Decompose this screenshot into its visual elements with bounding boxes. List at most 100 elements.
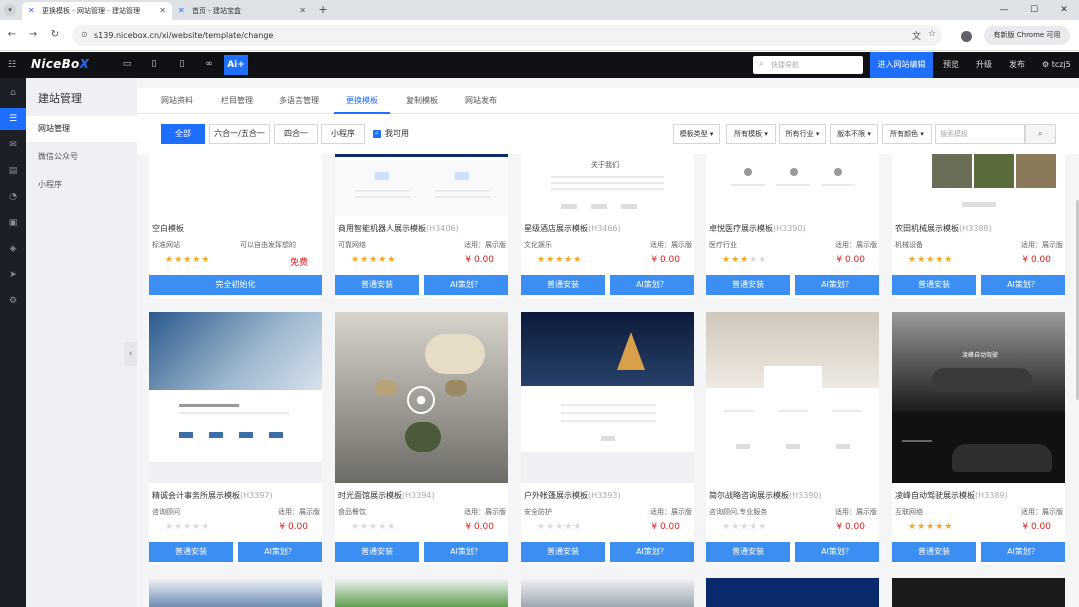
template-thumbnail[interactable] bbox=[706, 578, 879, 607]
template-title: 精诚会计事务所展示模板(H3397) bbox=[152, 490, 320, 501]
template-search-input[interactable]: 搜索模板 bbox=[935, 124, 1025, 144]
ai-plan-button[interactable]: AI策划？ bbox=[795, 542, 879, 562]
translate-icon[interactable]: 文 bbox=[912, 29, 921, 42]
site-manage-icon[interactable]: ☰ bbox=[0, 108, 26, 130]
close-tab-icon[interactable]: ✕ bbox=[299, 2, 306, 20]
normal-install-button[interactable]: 普通安装 bbox=[892, 275, 976, 295]
chrome-update-button[interactable]: 有新版 Chrome 可用 bbox=[984, 26, 1070, 45]
forward-icon[interactable]: → bbox=[26, 28, 40, 42]
normal-install-button[interactable]: 普通安装 bbox=[706, 542, 790, 562]
site-info-icon[interactable]: ⊙ bbox=[81, 30, 88, 39]
template-thumbnail[interactable] bbox=[706, 154, 879, 216]
normal-install-button[interactable]: 普通安装 bbox=[706, 275, 790, 295]
template-thumbnail[interactable] bbox=[335, 578, 508, 607]
all-industries-dropdown[interactable]: 所有行业 ▾ bbox=[779, 124, 826, 144]
rating-stars: ★★★★★ bbox=[165, 522, 210, 532]
template-thumbnail[interactable] bbox=[149, 312, 322, 483]
template-thumbnail[interactable] bbox=[521, 578, 694, 607]
ai-plan-button[interactable]: AI策划？ bbox=[981, 275, 1065, 295]
sidebar-item-wechat[interactable]: 微信公众号 bbox=[26, 144, 137, 170]
tablet-icon[interactable]: ▯ bbox=[148, 59, 160, 69]
template-meta: 文化娱乐适用：展示版 bbox=[524, 240, 692, 250]
full-init-button[interactable]: 完全初始化 bbox=[149, 275, 322, 295]
page-icon[interactable]: ▤ bbox=[0, 160, 26, 182]
template-thumbnail[interactable] bbox=[892, 578, 1065, 607]
browser-tab[interactable]: ✕ 首页 - 建站宝盒 ✕ bbox=[172, 2, 312, 20]
enter-site-edit-button[interactable]: 进入网站编辑 bbox=[870, 52, 933, 78]
profile-avatar-icon[interactable] bbox=[961, 31, 972, 42]
version-dropdown[interactable]: 版本不限 ▾ bbox=[830, 124, 878, 144]
url-field[interactable]: ⊙ s139.nicebox.cn/xi/website/template/ch… bbox=[72, 25, 942, 46]
tab-copy-template[interactable]: 复制模板 bbox=[394, 88, 450, 114]
home-icon[interactable]: ⌂ bbox=[0, 82, 26, 104]
template-thumbnail[interactable]: ● bbox=[335, 312, 508, 483]
filter-4in1-button[interactable]: 四合一 bbox=[274, 124, 318, 144]
filter-all-button[interactable]: 全部 bbox=[161, 124, 205, 144]
template-thumbnail[interactable] bbox=[149, 154, 322, 216]
template-thumbnail[interactable] bbox=[521, 312, 694, 483]
collapse-sidebar-icon[interactable]: ‹ bbox=[124, 342, 137, 366]
sidebar-item-site-manage[interactable]: 网站管理 bbox=[26, 116, 137, 142]
ai-plan-button[interactable]: AI策划？ bbox=[610, 542, 694, 562]
normal-install-button[interactable]: 普通安装 bbox=[335, 275, 419, 295]
ai-plan-button[interactable]: AI策划？ bbox=[795, 275, 879, 295]
ai-plus-button[interactable]: Ai+ bbox=[224, 55, 248, 75]
tab-multilang[interactable]: 多语言管理 bbox=[271, 88, 327, 114]
minimize-icon[interactable]: — bbox=[989, 0, 1019, 20]
sidebar-item-miniprogram[interactable]: 小程序 bbox=[26, 172, 137, 198]
link-icon[interactable]: ∞ bbox=[203, 59, 215, 69]
filter-miniprogram-button[interactable]: 小程序 bbox=[321, 124, 365, 144]
normal-install-button[interactable]: 普通安装 bbox=[335, 542, 419, 562]
normal-install-button[interactable]: 普通安装 bbox=[892, 542, 976, 562]
normal-install-button[interactable]: 普通安装 bbox=[521, 542, 605, 562]
available-checkbox[interactable]: ✓ bbox=[373, 130, 381, 138]
preview-link[interactable]: 预览 bbox=[943, 52, 959, 78]
close-window-icon[interactable]: ✕ bbox=[1049, 0, 1079, 20]
reload-icon[interactable]: ↻ bbox=[48, 28, 62, 42]
apps-grid-icon[interactable]: ☷ bbox=[8, 60, 16, 70]
cube-icon[interactable]: ◈ bbox=[0, 238, 26, 260]
template-type-dropdown[interactable]: 模板类型 ▾ bbox=[673, 124, 720, 144]
bookmark-star-icon[interactable]: ☆ bbox=[928, 29, 936, 39]
user-menu[interactable]: ⚙ tczj5 bbox=[1042, 52, 1071, 78]
search-icon[interactable]: ⌕ bbox=[1025, 124, 1056, 144]
normal-install-button[interactable]: 普通安装 bbox=[521, 275, 605, 295]
upgrade-link[interactable]: 升级 bbox=[976, 52, 992, 78]
tab-change-template[interactable]: 更换模板 bbox=[334, 88, 390, 114]
new-tab-button[interactable]: + bbox=[316, 2, 330, 18]
template-thumbnail[interactable] bbox=[892, 154, 1065, 216]
tab-site-info[interactable]: 网站资料 bbox=[149, 88, 205, 114]
template-thumbnail[interactable] bbox=[706, 312, 879, 483]
filter-6in1-button[interactable]: 六合一/五合一 bbox=[209, 124, 270, 144]
template-thumbnail[interactable] bbox=[335, 154, 508, 216]
tab-columns[interactable]: 栏目管理 bbox=[209, 88, 265, 114]
ai-plan-button[interactable]: AI策划？ bbox=[424, 275, 508, 295]
preview-eye-icon[interactable]: ● bbox=[407, 386, 435, 414]
document-icon[interactable]: ▣ bbox=[0, 212, 26, 234]
settings-icon[interactable]: ⚙ bbox=[0, 290, 26, 312]
normal-install-button[interactable]: 普通安装 bbox=[149, 542, 233, 562]
ai-plan-button[interactable]: AI策划？ bbox=[610, 275, 694, 295]
ai-plan-button[interactable]: AI策划？ bbox=[981, 542, 1065, 562]
mobile-icon[interactable]: ▯ bbox=[176, 59, 188, 69]
shop-icon[interactable]: ◔ bbox=[0, 186, 26, 208]
quick-nav-input[interactable]: ⌕ 快捷导航 bbox=[753, 56, 863, 74]
ai-plan-button[interactable]: AI策划？ bbox=[424, 542, 508, 562]
back-icon[interactable]: ← bbox=[5, 28, 19, 42]
tab-search-icon[interactable]: ▾ bbox=[4, 4, 16, 16]
browser-tab-active[interactable]: ✕ 更换模板 - 网站管理 - 建站管理 ✕ bbox=[22, 2, 172, 20]
desktop-icon[interactable]: ▭ bbox=[121, 59, 133, 69]
all-colors-dropdown[interactable]: 所有颜色 ▾ bbox=[882, 124, 932, 144]
publish-link[interactable]: 发布 bbox=[1009, 52, 1025, 78]
close-tab-icon[interactable]: ✕ bbox=[159, 2, 166, 20]
template-thumbnail[interactable]: 凌峰自动驾驶 bbox=[892, 312, 1065, 483]
template-thumbnail[interactable]: 关于我们 bbox=[521, 154, 694, 216]
tab-publish[interactable]: 网站发布 bbox=[453, 88, 509, 114]
maximize-icon[interactable]: ☐ bbox=[1019, 0, 1049, 20]
browser-tab-bar: ▾ ✕ 更换模板 - 网站管理 - 建站管理 ✕ ✕ 首页 - 建站宝盒 ✕ +… bbox=[0, 0, 1079, 20]
send-icon[interactable]: ➤ bbox=[0, 264, 26, 286]
all-templates-dropdown[interactable]: 所有模板 ▾ bbox=[726, 124, 776, 144]
ai-plan-button[interactable]: AI策划？ bbox=[238, 542, 322, 562]
mail-icon[interactable]: ✉ bbox=[0, 134, 26, 156]
template-thumbnail[interactable] bbox=[149, 578, 322, 607]
